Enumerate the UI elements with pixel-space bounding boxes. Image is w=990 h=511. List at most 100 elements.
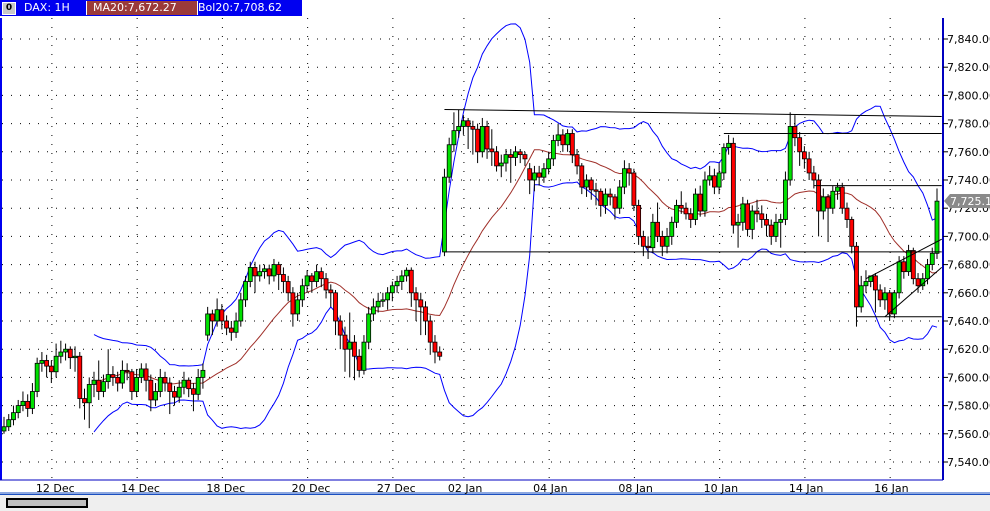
candle-body [764,219,769,226]
candle-body [844,207,850,220]
candle-body [693,193,698,220]
candle-body [451,130,457,146]
candle-body [432,341,438,353]
candle-body [110,374,116,378]
candle-body [105,374,111,383]
candle-body [730,142,736,226]
price-tick-label: 7,800.00 [947,89,990,102]
price-tick-label: 7,820.00 [947,61,990,74]
candle-body [702,179,708,212]
candle-body [257,271,263,277]
candle-body [120,369,125,384]
candle-body [352,341,357,357]
candle-body [39,360,45,364]
candle-body [906,250,911,273]
candle-body [830,190,836,209]
candle-body [333,292,338,322]
candle-body [854,245,859,308]
candle-body [877,289,883,301]
candle-body [508,154,514,158]
candle-body [276,264,282,275]
candle-body [205,313,211,336]
candle-body [58,351,64,357]
candle-body [645,245,651,249]
candlestick-chart[interactable]: 7,540.00 7,560.00 7,580.00 7,600.00 7,620.00… [0,0,990,494]
candle-body [778,219,784,223]
candle-body [15,405,21,414]
candle-body [494,151,499,167]
candle-body [683,207,689,215]
candle-body [745,203,750,230]
candle-body [603,193,608,206]
candle-body [91,379,97,385]
candle-body [129,371,135,392]
candle-body [522,154,528,160]
time-tick-label: 14 Jan [789,482,823,494]
candle-body [513,151,518,158]
candle-body [536,172,542,178]
candle-body [96,379,102,392]
candle-body [816,179,821,212]
candle-body [408,269,414,294]
scrollbar-thumb[interactable] [6,498,88,508]
price-tick-label: 7,620.00 [947,343,990,356]
candle-body [427,320,433,343]
time-tick-label: 12 Dec [36,482,75,494]
candle-body [678,204,684,209]
candle-body [153,391,158,401]
candle-body [271,264,277,277]
candle-body [181,379,187,388]
candle-body [607,193,613,198]
candle-body [503,154,509,164]
candle-body [697,193,703,212]
candle-body [366,313,372,343]
candle-body [157,376,163,392]
candle-body [707,175,713,181]
time-tick-label: 18 Dec [206,482,245,494]
candle-body [404,269,409,277]
candle-body [489,148,495,153]
candle-body [413,292,419,301]
candle-body [801,151,807,160]
candle-body [934,200,940,254]
price-tick-label: 7,560.00 [947,428,990,441]
candle-body [532,172,537,181]
candle-body [721,147,727,174]
candle-body [299,285,305,301]
horizontal-scrollbar[interactable] [0,494,990,511]
candle-body [86,384,92,404]
candle-body [792,126,798,139]
candle-body [659,235,665,247]
candle-body [929,252,935,266]
candle-body [262,268,267,273]
candle-body [527,168,533,181]
candle-body [726,142,732,148]
candle-body [176,386,182,398]
candle-body [925,264,930,280]
candle-body [30,391,35,409]
candle-body [11,412,16,421]
candle-body [768,224,774,237]
candle-body [835,186,840,192]
candle-body [555,134,561,141]
candle-body [266,268,272,277]
candle-body [228,327,234,333]
candle [34,357,40,398]
candle-body [328,289,334,294]
candle-body [314,271,319,282]
price-tick-label: 7,780.00 [947,118,990,131]
candle-body [901,261,907,273]
candle-body [72,355,78,359]
candle-body [399,275,405,282]
price-tick-label: 7,580.00 [947,400,990,413]
candle-body [636,204,642,237]
candle-body [48,365,54,373]
candle-body [290,292,296,315]
candle-body [560,134,566,146]
candle-body [674,204,679,223]
last-price-marker: 7,725.11 [944,193,990,208]
candle-body [134,376,140,392]
candle-body [318,271,324,280]
candle-body [825,196,831,209]
candle-body [863,281,869,287]
